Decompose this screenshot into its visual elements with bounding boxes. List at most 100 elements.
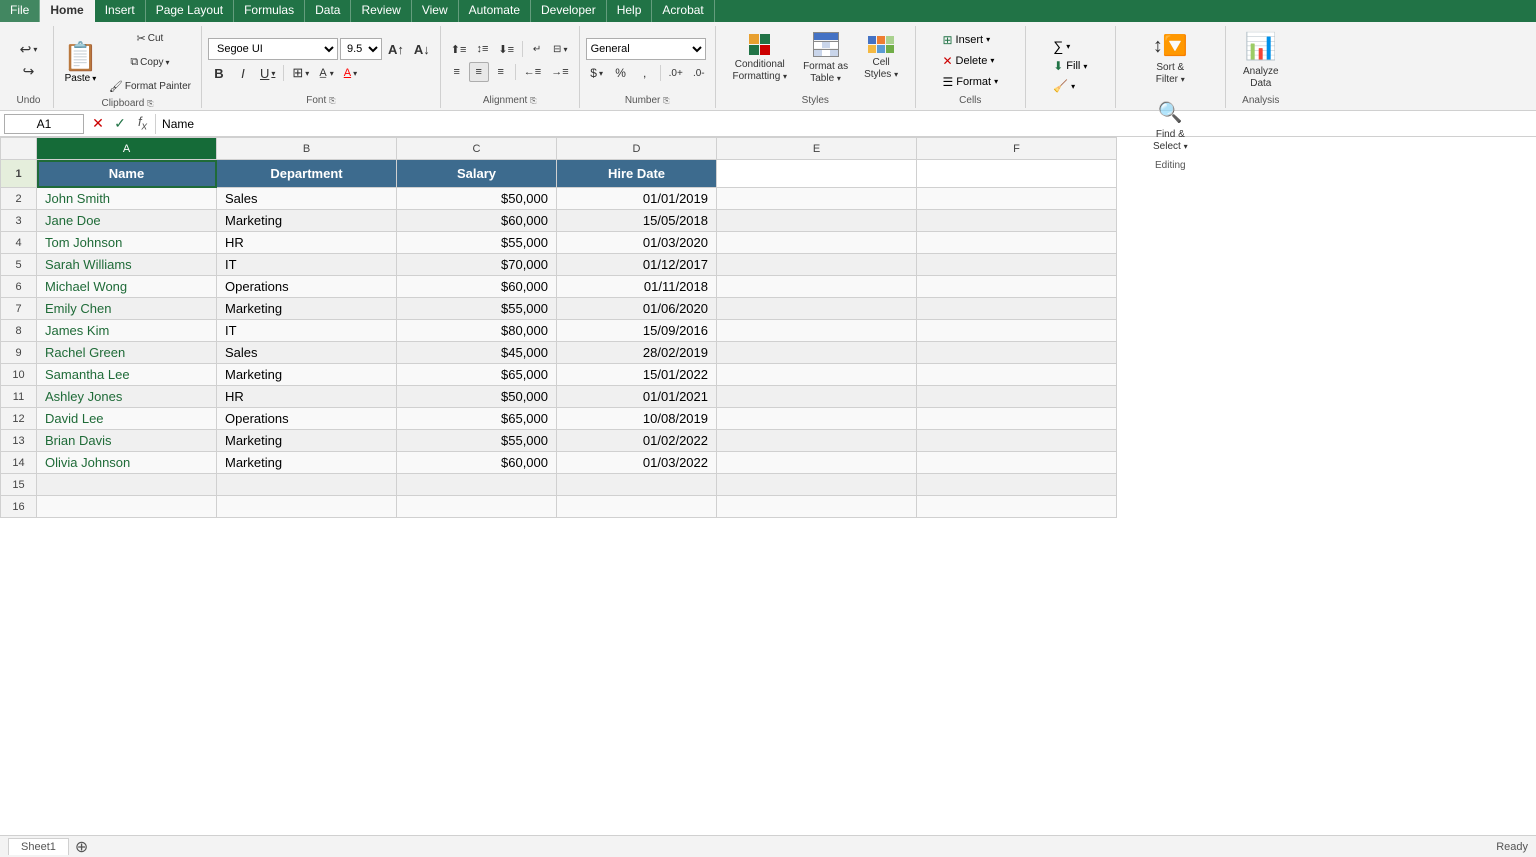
sheet-table-wrapper[interactable]: A B C D E F 1 Name Department Salary Hir… xyxy=(0,137,1536,835)
redo-button[interactable]: ↪ xyxy=(16,62,42,82)
cell-e7[interactable] xyxy=(717,298,917,320)
row-header-2[interactable]: 2 xyxy=(1,188,37,210)
cell-f1[interactable] xyxy=(917,160,1117,188)
cell-a16[interactable] xyxy=(37,496,217,518)
copy-button[interactable]: ⧉ Copy ▾ xyxy=(105,52,195,72)
undo-button[interactable]: ↩ ▾ xyxy=(16,40,42,60)
format-dropdown[interactable]: ▾ xyxy=(994,77,998,86)
cell-e1[interactable] xyxy=(717,160,917,188)
confirm-formula-icon[interactable]: ✓ xyxy=(110,114,130,134)
row-header-11[interactable]: 11 xyxy=(1,386,37,408)
cell-e16[interactable] xyxy=(717,496,917,518)
fill-button[interactable]: ⬇ Fill ▾ xyxy=(1046,57,1094,75)
increase-indent-button[interactable]: →≡ xyxy=(547,62,572,82)
borders-button[interactable]: ⊞ ▾ xyxy=(288,63,313,83)
top-align-button[interactable]: ⬆≡ xyxy=(447,39,471,59)
add-sheet-button[interactable]: ⊕ xyxy=(75,837,88,857)
cell-d11[interactable]: 01/01/2021 xyxy=(557,386,717,408)
cell-a4[interactable]: Tom Johnson xyxy=(37,232,217,254)
format-as-table-button[interactable]: Format asTable ▾ xyxy=(796,28,855,88)
cell-f6[interactable] xyxy=(917,276,1117,298)
paste-dropdown[interactable]: ▾ xyxy=(92,74,96,83)
decrease-decimal-button[interactable]: .0- xyxy=(689,63,709,83)
autosum-dropdown[interactable]: ▾ xyxy=(1066,42,1070,51)
cell-c12[interactable]: $65,000 xyxy=(397,408,557,430)
cell-a2[interactable]: John Smith xyxy=(37,188,217,210)
cell-b5[interactable]: IT xyxy=(217,254,397,276)
cell-b9[interactable]: Sales xyxy=(217,342,397,364)
cell-b10[interactable]: Marketing xyxy=(217,364,397,386)
row-header-5[interactable]: 5 xyxy=(1,254,37,276)
font-color-button[interactable]: A ▾ xyxy=(340,63,361,83)
cell-d10[interactable]: 15/01/2022 xyxy=(557,364,717,386)
cell-a6[interactable]: Michael Wong xyxy=(37,276,217,298)
row-header-15[interactable]: 15 xyxy=(1,474,37,496)
cell-f11[interactable] xyxy=(917,386,1117,408)
cell-d7[interactable]: 01/06/2020 xyxy=(557,298,717,320)
row-header-8[interactable]: 8 xyxy=(1,320,37,342)
cell-f3[interactable] xyxy=(917,210,1117,232)
bottom-align-button[interactable]: ⬇≡ xyxy=(494,39,518,59)
cell-c2[interactable]: $50,000 xyxy=(397,188,557,210)
row-header-14[interactable]: 14 xyxy=(1,452,37,474)
cell-e6[interactable] xyxy=(717,276,917,298)
cell-c15[interactable] xyxy=(397,474,557,496)
analyze-data-button[interactable]: 📊 AnalyzeData xyxy=(1236,31,1286,91)
insert-dropdown[interactable]: ▾ xyxy=(986,35,990,44)
clear-dropdown[interactable]: ▾ xyxy=(1071,82,1075,91)
bold-button[interactable]: B xyxy=(208,63,230,83)
increase-decimal-button[interactable]: .0+ xyxy=(665,63,687,83)
font-size-select[interactable]: 9.5 xyxy=(340,38,382,60)
cell-d15[interactable] xyxy=(557,474,717,496)
menu-data[interactable]: Data xyxy=(305,0,351,22)
number-format-select[interactable]: General xyxy=(586,38,706,60)
cell-d1[interactable]: Hire Date xyxy=(557,160,717,188)
row-header-3[interactable]: 3 xyxy=(1,210,37,232)
cell-a9[interactable]: Rachel Green xyxy=(37,342,217,364)
col-header-b[interactable]: B xyxy=(217,138,397,160)
cell-c16[interactable] xyxy=(397,496,557,518)
cell-b16[interactable] xyxy=(217,496,397,518)
cell-styles-button[interactable]: CellStyles ▾ xyxy=(857,28,905,88)
cell-b14[interactable]: Marketing xyxy=(217,452,397,474)
cell-a7[interactable]: Emily Chen xyxy=(37,298,217,320)
cell-b6[interactable]: Operations xyxy=(217,276,397,298)
cell-f4[interactable] xyxy=(917,232,1117,254)
cell-c7[interactable]: $55,000 xyxy=(397,298,557,320)
cell-reference-box[interactable] xyxy=(4,114,84,134)
menu-help[interactable]: Help xyxy=(607,0,653,22)
merge-button[interactable]: ⊟ ▾ xyxy=(549,39,571,59)
row-header-10[interactable]: 10 xyxy=(1,364,37,386)
align-right-button[interactable]: ≡ xyxy=(491,62,511,82)
cell-a11[interactable]: Ashley Jones xyxy=(37,386,217,408)
cell-d6[interactable]: 01/11/2018 xyxy=(557,276,717,298)
insert-button[interactable]: ⊞ Insert ▾ xyxy=(935,31,1005,49)
cell-c11[interactable]: $50,000 xyxy=(397,386,557,408)
align-center-button[interactable]: ≡ xyxy=(469,62,489,82)
cell-a12[interactable]: David Lee xyxy=(37,408,217,430)
align-left-button[interactable]: ≡ xyxy=(447,62,467,82)
conditional-formatting-button[interactable]: ConditionalFormatting ▾ xyxy=(725,28,794,88)
cell-d2[interactable]: 01/01/2019 xyxy=(557,188,717,210)
underline-button[interactable]: U ▾ xyxy=(256,63,279,83)
menu-file[interactable]: File xyxy=(0,0,40,22)
cell-a3[interactable]: Jane Doe xyxy=(37,210,217,232)
sheet-tab-sheet1[interactable]: Sheet1 xyxy=(8,838,69,855)
format-button[interactable]: ☰ Format ▾ xyxy=(935,73,1005,91)
cell-b4[interactable]: HR xyxy=(217,232,397,254)
cell-f9[interactable] xyxy=(917,342,1117,364)
row-header-13[interactable]: 13 xyxy=(1,430,37,452)
cell-b1[interactable]: Department xyxy=(217,160,397,188)
menu-acrobat[interactable]: Acrobat xyxy=(652,0,714,22)
cell-a14[interactable]: Olivia Johnson xyxy=(37,452,217,474)
row-header-7[interactable]: 7 xyxy=(1,298,37,320)
cell-b15[interactable] xyxy=(217,474,397,496)
cell-c6[interactable]: $60,000 xyxy=(397,276,557,298)
cell-c5[interactable]: $70,000 xyxy=(397,254,557,276)
middle-align-button[interactable]: ↕≡ xyxy=(472,39,492,59)
cell-f13[interactable] xyxy=(917,430,1117,452)
format-as-table-arrow[interactable]: ▾ xyxy=(837,74,841,83)
col-header-f[interactable]: F xyxy=(917,138,1117,160)
cancel-formula-icon[interactable]: ✕ xyxy=(88,114,108,134)
cell-b7[interactable]: Marketing xyxy=(217,298,397,320)
